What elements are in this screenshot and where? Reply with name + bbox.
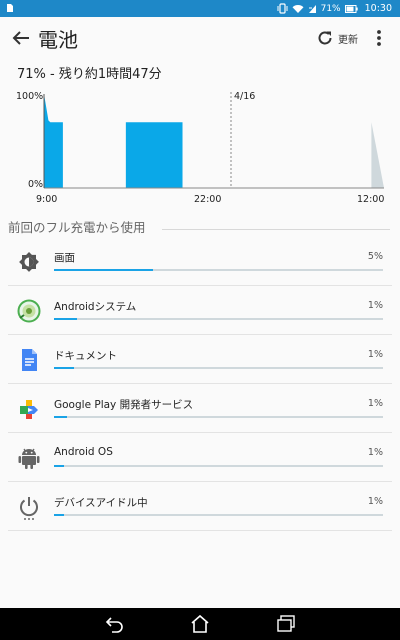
- usage-item-percent: 1%: [367, 300, 383, 311]
- usage-section-header: 前回のフル充電から使用: [8, 220, 146, 235]
- usage-bar-fill: [54, 416, 68, 418]
- usage-item-name: Google Play 開発者サービス: [54, 399, 194, 411]
- battery-level-area-1-0: [371, 122, 384, 188]
- y-tick-label-100: 100%: [16, 91, 43, 102]
- usage-bar-track: [54, 269, 383, 271]
- notification-icon: [7, 4, 13, 12]
- usage-item-play-services[interactable]: Google Play 開発者サービス 1%: [0, 384, 400, 433]
- power-icon: [20, 497, 38, 520]
- brightness-icon: [19, 252, 39, 272]
- page-title: 電池: [38, 28, 78, 52]
- usage-bar-track: [54, 416, 383, 418]
- usage-bar-fill: [54, 269, 153, 271]
- usage-item-percent: 1%: [367, 349, 383, 360]
- usage-item-percent: 1%: [367, 447, 383, 458]
- usage-item-android-os[interactable]: Android OS 1%: [0, 433, 400, 482]
- back-arrow-icon[interactable]: [10, 27, 32, 49]
- refresh-button[interactable]: 更新: [316, 27, 358, 49]
- usage-bar-track: [54, 367, 383, 369]
- battery-percent: 71%: [320, 3, 341, 14]
- list-divider: [8, 530, 392, 531]
- docs-icon: [22, 349, 37, 371]
- usage-bar-fill: [54, 465, 64, 467]
- app-bar: 電池 更新: [0, 17, 400, 61]
- usage-item-percent: 5%: [367, 251, 383, 262]
- x-tick-label-start: 9:00: [36, 194, 57, 205]
- navigation-bar: [0, 608, 400, 640]
- android-system-icon: [17, 299, 41, 323]
- battery-level-area-0-0: [44, 94, 63, 188]
- refresh-icon: [318, 31, 332, 45]
- usage-item-name: Android OS: [54, 446, 113, 458]
- section-divider: [162, 229, 390, 230]
- battery-icon: [344, 4, 358, 13]
- usage-item-percent: 1%: [367, 496, 383, 507]
- x-tick-label-middle: 22:00: [194, 194, 221, 205]
- signal-icon: [308, 4, 316, 13]
- usage-bar-fill: [54, 514, 64, 516]
- x-tick-label-end: 12:00: [357, 194, 384, 205]
- android-os-icon: [18, 448, 40, 469]
- date-annotation: 4/16: [234, 91, 255, 102]
- battery-history-chart: 100% 0% 4/16 9:00 22:00 12:00: [16, 91, 384, 205]
- nav-recents-icon[interactable]: [275, 614, 297, 634]
- usage-item-name: 画面: [54, 252, 75, 264]
- vibrate-icon: [277, 3, 288, 14]
- usage-item-screen[interactable]: 画面 5%: [0, 237, 400, 286]
- y-tick-label-0: 0%: [28, 179, 43, 190]
- status-bar: 71% 10:30: [0, 0, 400, 17]
- nav-home-icon[interactable]: [189, 614, 211, 634]
- play-services-icon: [20, 400, 38, 419]
- battery-level-area-0-1: [125, 122, 183, 188]
- refresh-label: 更新: [338, 34, 358, 46]
- usage-item-name: ドキュメント: [54, 350, 117, 362]
- usage-bar-fill: [54, 367, 74, 369]
- usage-item-name: デバイスアイドル中: [54, 497, 148, 509]
- nav-back-icon[interactable]: [104, 614, 126, 634]
- usage-item-name: Androidシステム: [54, 301, 137, 313]
- usage-item-docs[interactable]: ドキュメント 1%: [0, 335, 400, 384]
- usage-bar-track: [54, 318, 383, 320]
- usage-item-percent: 1%: [367, 398, 383, 409]
- battery-summary: 71% - 残り約1時間47分: [17, 67, 162, 82]
- more-options-icon[interactable]: [372, 27, 386, 49]
- status-time: 10:30: [364, 3, 392, 14]
- wifi-icon: [292, 4, 304, 13]
- usage-bar-track: [54, 514, 383, 516]
- usage-bar-fill: [54, 318, 78, 320]
- usage-list: 画面 5% Androidシステム 1% ドキュメント 1% Google Pl…: [0, 237, 400, 531]
- usage-item-device-idle[interactable]: デバイスアイドル中 1%: [0, 482, 400, 531]
- usage-item-android-system[interactable]: Androidシステム 1%: [0, 286, 400, 335]
- usage-bar-track: [54, 465, 383, 467]
